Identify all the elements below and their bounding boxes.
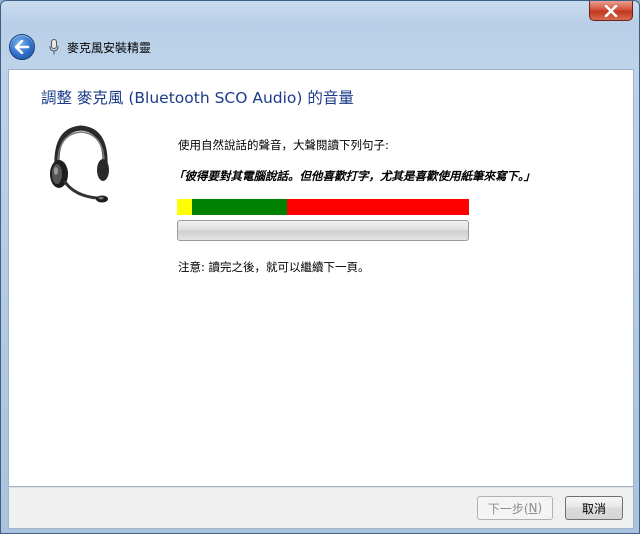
wizard-title: 麥克風安裝精靈 [67,40,152,55]
volume-level-meter [177,199,469,215]
next-accelerator: N [528,501,538,515]
read-aloud-sentence: 「彼得要對其電腦說話。但他喜歡打字，尤其是喜歡使用紙筆來寫下。」 [173,169,536,183]
content-panel: 調整 麥克風 (Bluetooth SCO Audio) 的音量 使用自然說話的… [8,69,634,487]
button-bar: 下一步(N) 取消 [8,487,634,529]
headset-icon [50,125,109,203]
close-button[interactable] [589,1,633,21]
nav-bar: 麥克風安裝精靈 [9,31,151,63]
note-text: 注意: 讀完之後，就可以繼續下一頁。 [178,260,370,274]
meter-segment-good [192,199,287,215]
page-heading: 調整 麥克風 (Bluetooth SCO Audio) 的音量 [41,89,354,107]
back-button[interactable] [9,34,35,60]
close-icon [604,4,618,17]
reading-progress-bar [177,220,469,241]
microphone-icon [49,39,59,55]
cancel-button[interactable]: 取消 [565,496,623,520]
next-label: 下一步( [487,501,529,516]
wizard-window: 麥克風安裝精靈 調整 麥克風 (Bluetooth SCO Audio) 的音量… [0,0,640,534]
back-arrow-icon [14,40,30,54]
next-button[interactable]: 下一步(N) [477,496,553,520]
meter-segment-loud [287,199,469,215]
instruction-text: 使用自然說話的聲音，大聲閱讀下列句子: [178,138,389,152]
next-label-tail: ) [537,501,543,515]
meter-segment-low [177,199,192,215]
